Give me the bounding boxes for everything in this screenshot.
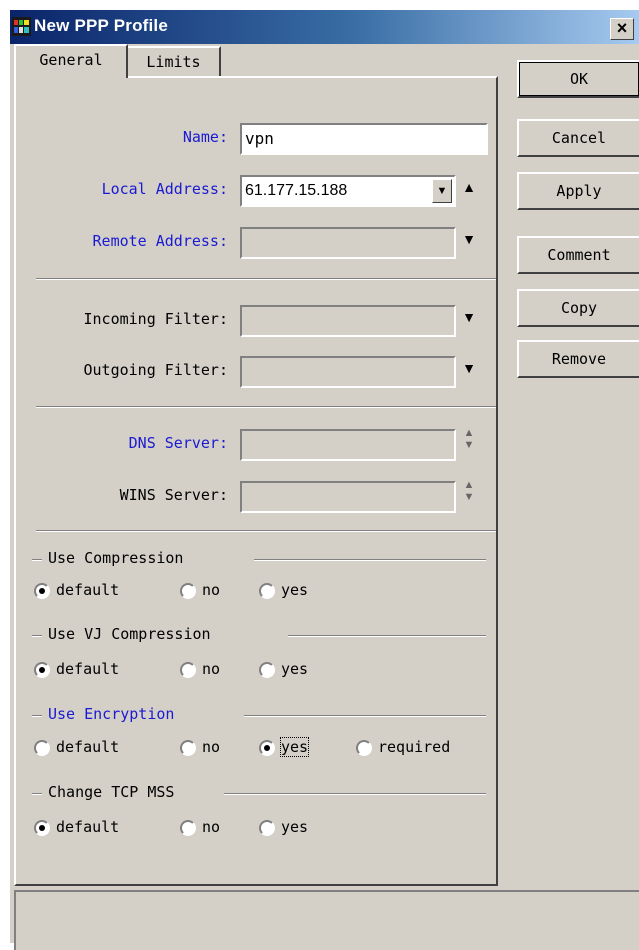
name-label: Name: [182, 128, 228, 146]
general-panel: Name: vpn Local Address: 61.177.15.188 ▼… [14, 76, 498, 886]
dns-server-input[interactable] [240, 429, 456, 461]
change-tcp-mss-no-radio[interactable] [180, 820, 196, 836]
remote-address-select[interactable] [240, 227, 456, 259]
change-tcp-mss-no-label[interactable]: no [202, 818, 220, 836]
down-triangle-icon[interactable]: ▼ [460, 309, 478, 329]
change-tcp-mss-title: Change TCP MSS [48, 783, 175, 801]
use-compression-no-label[interactable]: no [202, 581, 220, 599]
name-input[interactable]: vpn [240, 123, 488, 155]
dropdown-arrow-icon: ▼ [436, 185, 448, 197]
group-line [32, 793, 42, 795]
group-line [32, 715, 42, 717]
group-line [32, 635, 42, 637]
wins-server-input[interactable] [240, 481, 456, 513]
separator [36, 278, 496, 280]
group-line [244, 715, 486, 717]
up-down-spinner-icon[interactable]: ▲ ▼ [460, 427, 478, 451]
tab-limits-label: Limits [146, 53, 201, 71]
use-vj-compression-no-radio[interactable] [180, 662, 196, 678]
up-down-spinner-icon[interactable]: ▲ ▼ [460, 479, 478, 503]
dns-server-label: DNS Server: [128, 434, 228, 452]
local-address-label: Local Address: [101, 180, 228, 198]
use-compression-default-label[interactable]: default [56, 581, 119, 599]
comment-button[interactable]: Comment [517, 236, 639, 274]
separator [36, 406, 496, 408]
use-compression-default-radio[interactable] [34, 583, 50, 599]
use-encryption-yes-label[interactable]: yes [279, 737, 310, 757]
use-encryption-no-radio[interactable] [180, 740, 196, 756]
ppp-profile-window: New PPP Profile × General Limits Name: v… [10, 10, 639, 950]
use-encryption-default-radio[interactable] [34, 740, 50, 756]
group-line [254, 559, 486, 561]
ok-button[interactable]: OK [517, 60, 639, 98]
use-encryption-required-radio[interactable] [356, 740, 372, 756]
up-triangle-icon[interactable]: ▲ [460, 179, 478, 199]
copy-button[interactable]: Copy [517, 289, 639, 327]
tab-limits[interactable]: Limits [128, 46, 221, 76]
use-vj-compression-title: Use VJ Compression [48, 625, 211, 643]
status-bar [14, 890, 639, 950]
use-vj-compression-yes-label[interactable]: yes [281, 660, 308, 678]
wins-server-label: WINS Server: [119, 486, 228, 504]
tab-general-label: General [39, 51, 103, 69]
use-encryption-title: Use Encryption [48, 705, 175, 723]
use-vj-compression-no-label[interactable]: no [202, 660, 220, 678]
use-encryption-yes-radio[interactable] [259, 740, 275, 756]
use-compression-no-radio[interactable] [180, 583, 196, 599]
close-button[interactable]: × [610, 18, 634, 40]
local-address-dropdown-button[interactable]: ▼ [432, 179, 452, 203]
outgoing-filter-select[interactable] [240, 356, 456, 388]
incoming-filter-select[interactable] [240, 305, 456, 337]
incoming-filter-label: Incoming Filter: [83, 310, 229, 328]
use-encryption-default-label[interactable]: default [56, 738, 119, 756]
separator [36, 530, 496, 532]
outgoing-filter-label: Outgoing Filter: [83, 361, 229, 379]
change-tcp-mss-default-radio[interactable] [34, 820, 50, 836]
group-line [32, 559, 42, 561]
use-vj-compression-default-radio[interactable] [34, 662, 50, 678]
title-bar[interactable]: New PPP Profile × [10, 10, 639, 44]
use-encryption-no-label[interactable]: no [202, 738, 220, 756]
change-tcp-mss-default-label[interactable]: default [56, 818, 119, 836]
use-vj-compression-yes-radio[interactable] [259, 662, 275, 678]
use-compression-yes-label[interactable]: yes [281, 581, 308, 599]
remove-button[interactable]: Remove [517, 340, 639, 378]
change-tcp-mss-yes-radio[interactable] [259, 820, 275, 836]
tab-general[interactable]: General [14, 44, 128, 78]
close-icon: × [616, 18, 628, 38]
cancel-button[interactable]: Cancel [517, 119, 639, 157]
remote-address-label: Remote Address: [92, 232, 228, 250]
use-compression-title: Use Compression [48, 549, 184, 567]
window-title: New PPP Profile [34, 16, 169, 35]
local-address-value: 61.177.15.188 [245, 182, 348, 199]
group-line [224, 793, 486, 795]
apply-button[interactable]: Apply [517, 172, 639, 210]
down-triangle-icon[interactable]: ▼ [460, 231, 478, 251]
down-triangle-icon[interactable]: ▼ [460, 360, 478, 380]
change-tcp-mss-yes-label[interactable]: yes [281, 818, 308, 836]
winbox-app-icon [12, 17, 31, 36]
local-address-select[interactable]: 61.177.15.188 ▼ [240, 175, 456, 207]
group-line [288, 635, 486, 637]
use-encryption-required-label[interactable]: required [378, 738, 450, 756]
use-vj-compression-default-label[interactable]: default [56, 660, 119, 678]
use-compression-yes-radio[interactable] [259, 583, 275, 599]
